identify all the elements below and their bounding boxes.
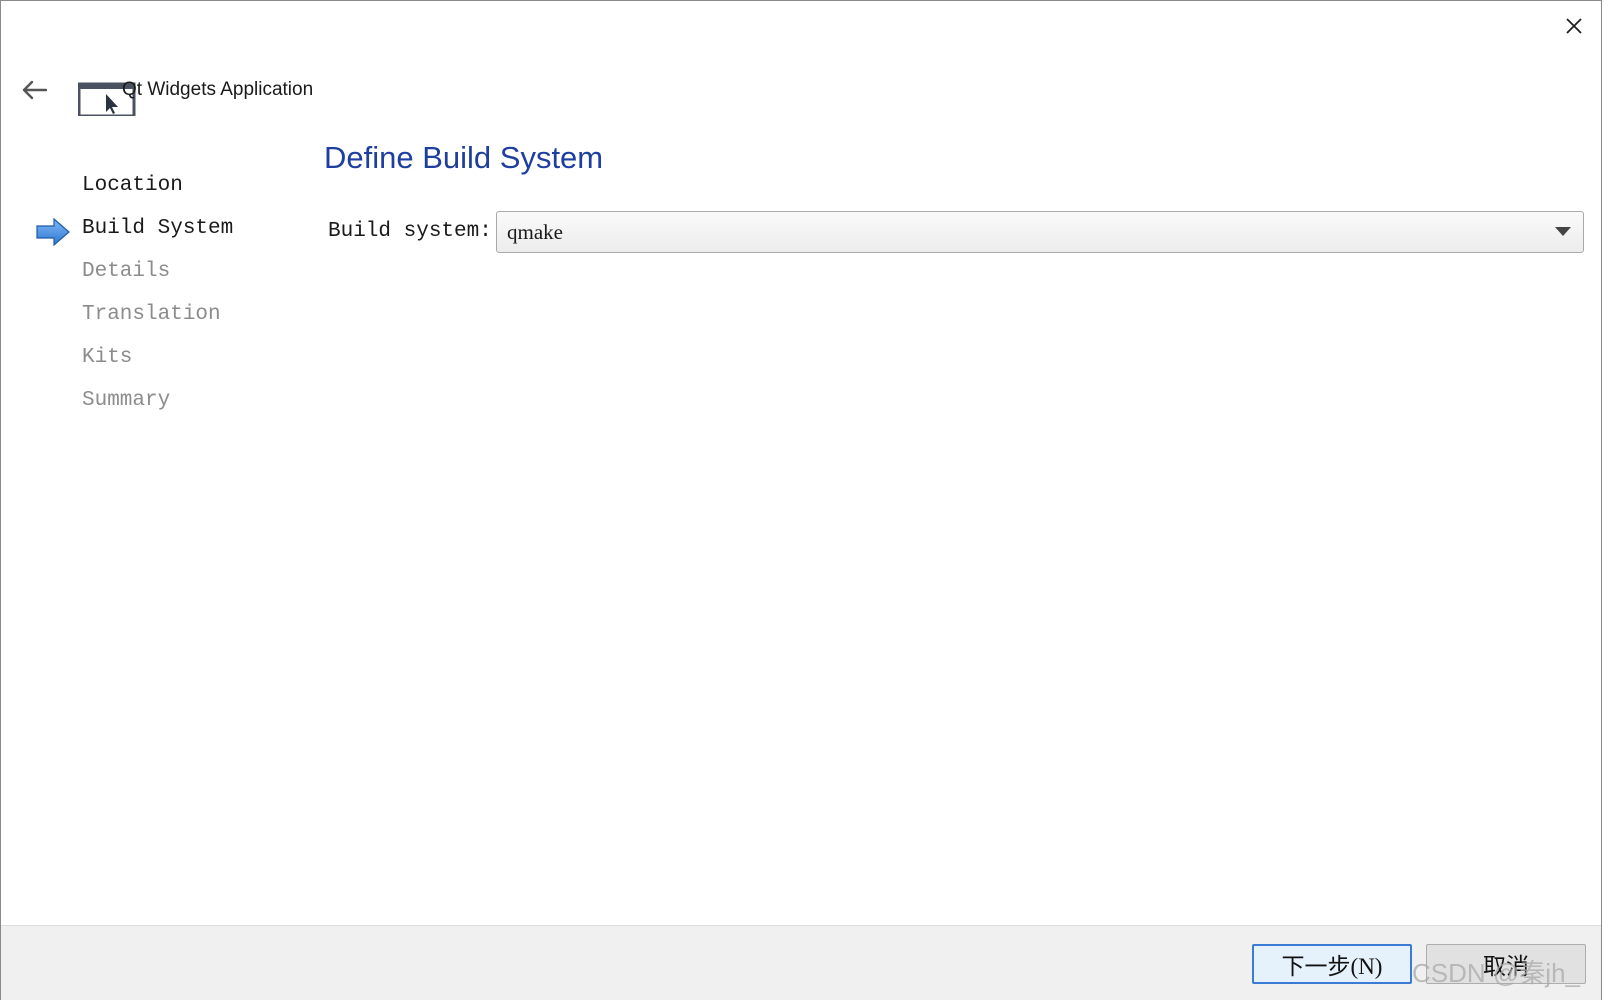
next-button[interactable]: 下一步(N) [1252, 944, 1412, 984]
wizard-step-kits: Kits [82, 346, 133, 369]
cancel-button[interactable]: 取消 [1426, 944, 1586, 984]
build-system-value: qmake [507, 219, 563, 244]
wizard-step-build-system: Build System [82, 217, 234, 240]
current-step-arrow-icon [36, 218, 70, 246]
build-system-label: Build system: [328, 220, 492, 243]
wizard-step-location: Location [82, 174, 183, 197]
app-title: Qt Widgets Application [122, 79, 314, 100]
close-icon [1566, 18, 1582, 34]
wizard-window [0, 0, 1602, 1000]
back-arrow-icon [22, 80, 48, 100]
wizard-step-details: Details [82, 260, 171, 283]
close-button[interactable] [1554, 8, 1594, 44]
build-system-dropdown[interactable]: qmake [496, 211, 1584, 253]
page-title: Define Build System [324, 140, 604, 175]
back-button[interactable] [14, 72, 54, 108]
wizard-step-translation: Translation [82, 303, 221, 326]
wizard-step-summary: Summary [82, 389, 171, 412]
chevron-down-icon [1543, 211, 1583, 253]
